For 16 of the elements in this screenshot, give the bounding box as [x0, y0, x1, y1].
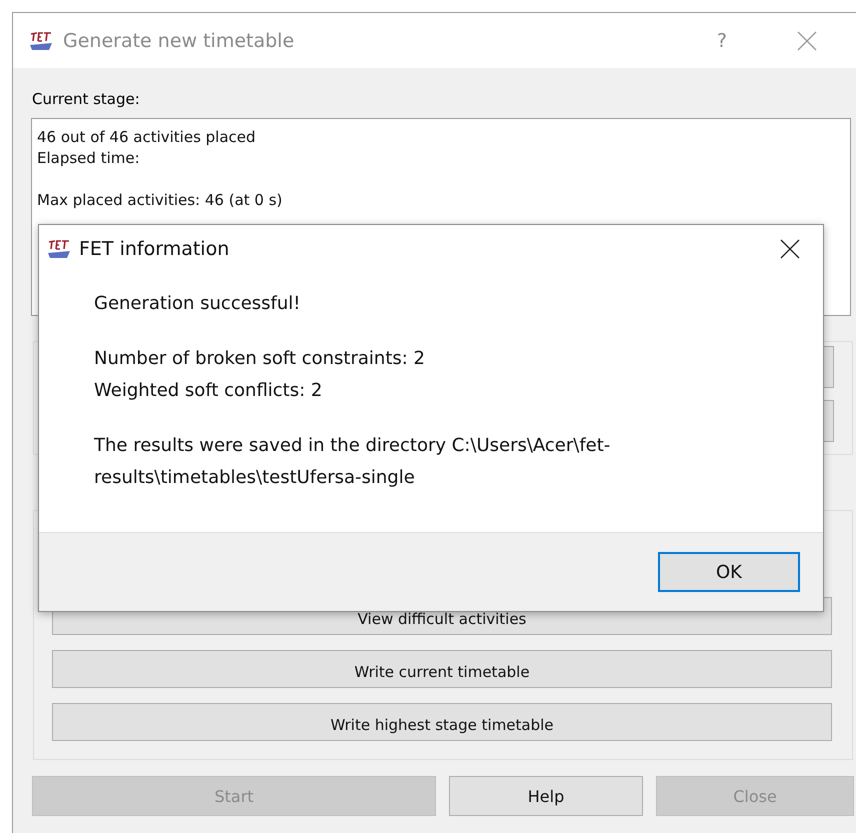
- window-title: Generate new timetable: [63, 30, 296, 52]
- message-text: Generation successful!: [94, 292, 302, 316]
- field-label: Current stage:: [32, 90, 141, 108]
- message-text: Number of broken soft constraints: 2 Weighted soft conflicts: 2: [94, 347, 426, 403]
- message-text: The results were saved in the directory C:\Users\Acer\fet- results\timetables\testUfersa-single: [94, 434, 612, 490]
- status-line: Max placed activities: 46 (at 0 s): [37, 190, 284, 211]
- status-line: 46 out of 46 activities placed: [37, 127, 257, 148]
- status-line: Elapsed time:: [37, 148, 141, 169]
- action-button[interactable]: Write current timetable: [52, 650, 832, 688]
- app-icon: [47, 238, 71, 260]
- footer-button[interactable]: Help: [449, 776, 643, 816]
- action-button[interactable]: Write highest stage timetable: [52, 703, 832, 741]
- close-icon[interactable]: [780, 239, 800, 259]
- dialog-title: FET information: [79, 238, 230, 260]
- ok-button[interactable]: OK: [658, 552, 800, 592]
- app-icon: [29, 30, 53, 52]
